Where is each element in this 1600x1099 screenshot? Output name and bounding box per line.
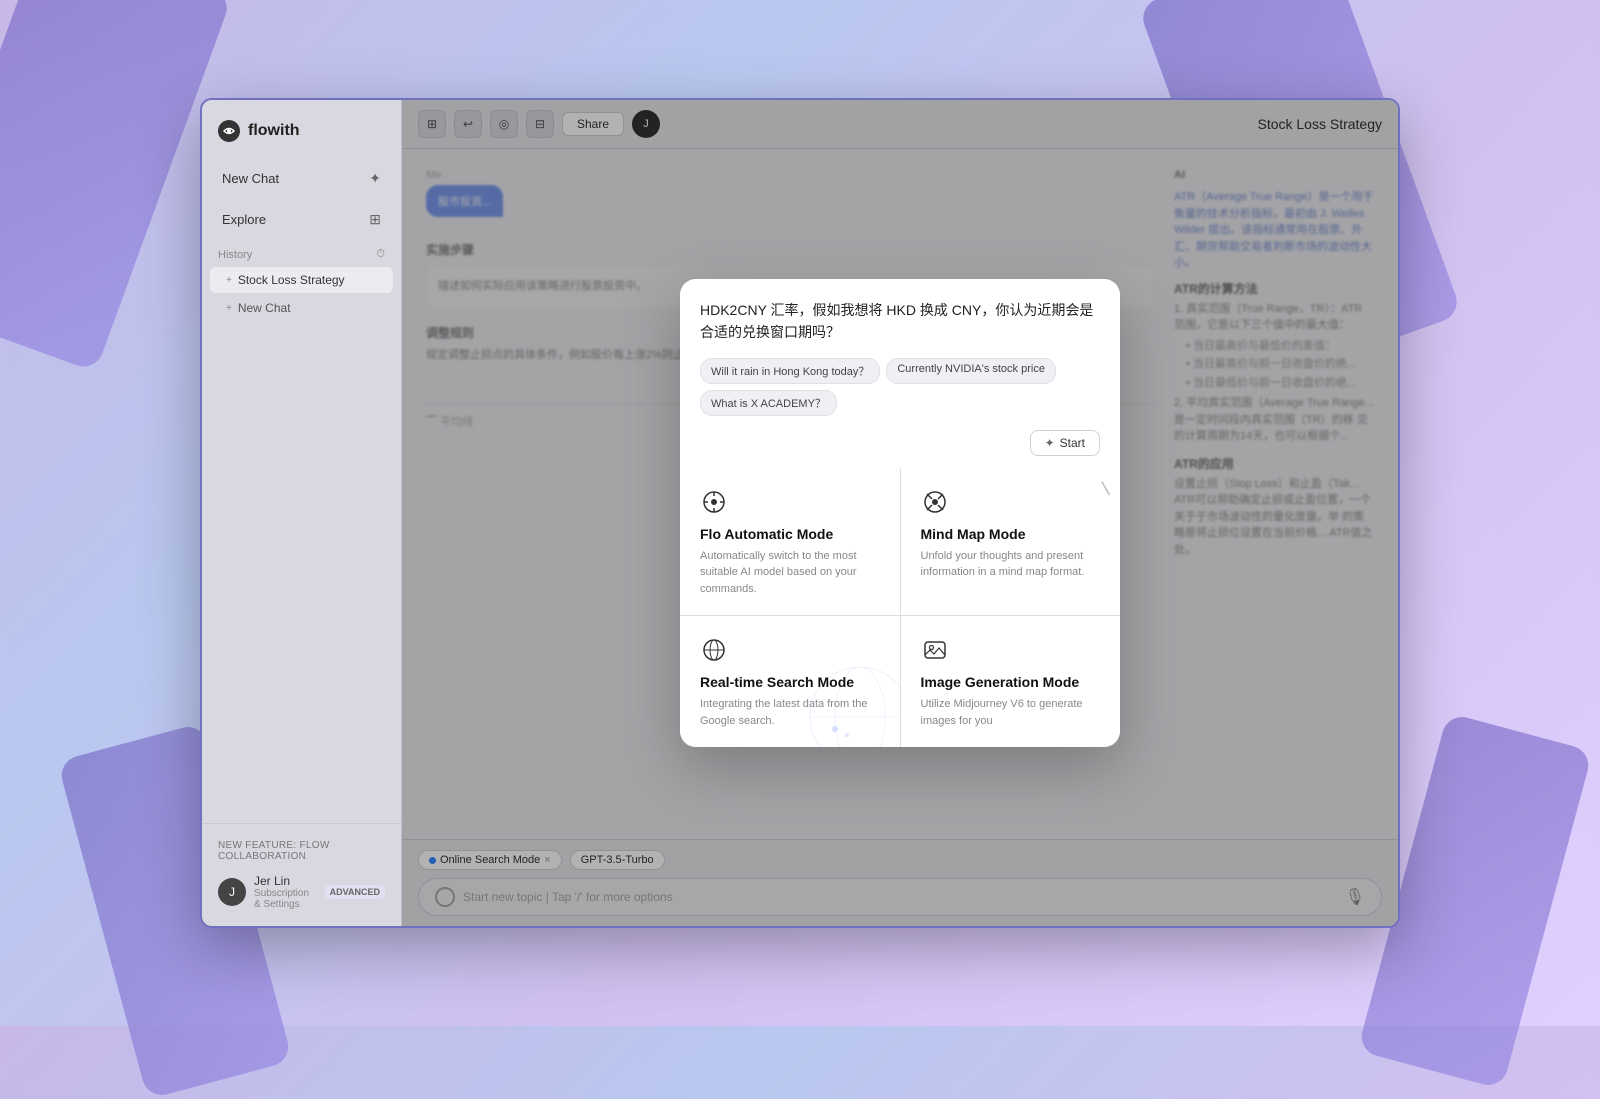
avatar: J: [218, 878, 246, 906]
question-text: HDK2CNY 汇率，假如我想将 HKD 换成 CNY，你认为近期会是合适的兑换…: [700, 299, 1100, 344]
image-gen-desc: Utilize Midjourney V6 to generate images…: [921, 696, 1101, 729]
flo-icon: [700, 488, 728, 516]
flo-automatic-card[interactable]: Flo Automatic Mode Automatically switch …: [680, 468, 900, 616]
main-content: ⊞ ↩ ◎ ⊟ Share J Stock Loss Strategy Me 股…: [402, 100, 1398, 926]
explore-button[interactable]: Explore ⊞: [210, 203, 393, 236]
logo-text: flowith: [248, 122, 300, 140]
sidebar: flowith New Chat ✦ Explore ⊞ History ⏱ +…: [202, 100, 402, 926]
mindmap-icon: [921, 488, 949, 516]
suggestion-tags: Will it rain in Hong Kong today？ Current…: [700, 358, 1100, 416]
explore-icon: ⊞: [369, 211, 381, 228]
app-window: flowith New Chat ✦ Explore ⊞ History ⏱ +…: [200, 98, 1400, 928]
image-gen-title: Image Generation Mode: [921, 674, 1101, 690]
mindmap-desc: Unfold your thoughts and present informa…: [921, 548, 1101, 581]
modal-actions: ✦ Start: [700, 426, 1100, 456]
history-section: + Stock Loss Strategy + New Chat: [202, 265, 401, 823]
realtime-search-card[interactable]: Real-time Search Mode Integrating the la…: [680, 616, 900, 747]
mode-cards: Flo Automatic Mode Automatically switch …: [680, 468, 1120, 748]
new-chat-button[interactable]: New Chat ✦: [210, 162, 393, 195]
slash-decoration: /: [1097, 479, 1117, 499]
flo-title: Flo Automatic Mode: [700, 526, 880, 542]
logo-area: flowith: [202, 100, 401, 158]
history-item-new-chat[interactable]: + New Chat: [210, 295, 393, 321]
history-item-stock[interactable]: + Stock Loss Strategy: [210, 267, 393, 293]
image-gen-icon: [921, 636, 949, 664]
search-icon: [700, 636, 728, 664]
advanced-badge: ADVANCED: [325, 885, 385, 899]
suggestion-3[interactable]: What is X ACADEMY？: [700, 390, 837, 416]
feature-banner: NEW FEATURE: Flow Collaboration: [214, 836, 389, 870]
user-name: Jer Lin: [254, 874, 317, 888]
modal-overlay[interactable]: HDK2CNY 汇率，假如我想将 HKD 换成 CNY，你认为近期会是合适的兑换…: [402, 100, 1398, 926]
sidebar-bottom: NEW FEATURE: Flow Collaboration J Jer Li…: [202, 823, 401, 926]
history-label: History ⏱: [202, 240, 401, 265]
mind-map-card[interactable]: / Mind Map Mode Un: [901, 468, 1121, 616]
suggestion-1[interactable]: Will it rain in Hong Kong today？: [700, 358, 880, 384]
user-row[interactable]: J Jer Lin Subscription & Settings ADVANC…: [214, 870, 389, 914]
logo-icon: [218, 120, 240, 142]
new-chat-icon: ✦: [369, 170, 381, 187]
start-button[interactable]: ✦ Start: [1030, 430, 1100, 456]
user-subtitle: Subscription & Settings: [254, 888, 317, 910]
mindmap-title: Mind Map Mode: [921, 526, 1101, 542]
flo-desc: Automatically switch to the most suitabl…: [700, 548, 880, 598]
suggestion-2[interactable]: Currently NVIDIA's stock price: [886, 358, 1056, 384]
image-generation-card[interactable]: Image Generation Mode Utilize Midjourney…: [901, 616, 1121, 747]
modal-container: HDK2CNY 汇率，假如我想将 HKD 换成 CNY，你认为近期会是合适的兑换…: [680, 279, 1120, 747]
modal-question-area: HDK2CNY 汇率，假如我想将 HKD 换成 CNY，你认为近期会是合适的兑换…: [680, 279, 1120, 468]
